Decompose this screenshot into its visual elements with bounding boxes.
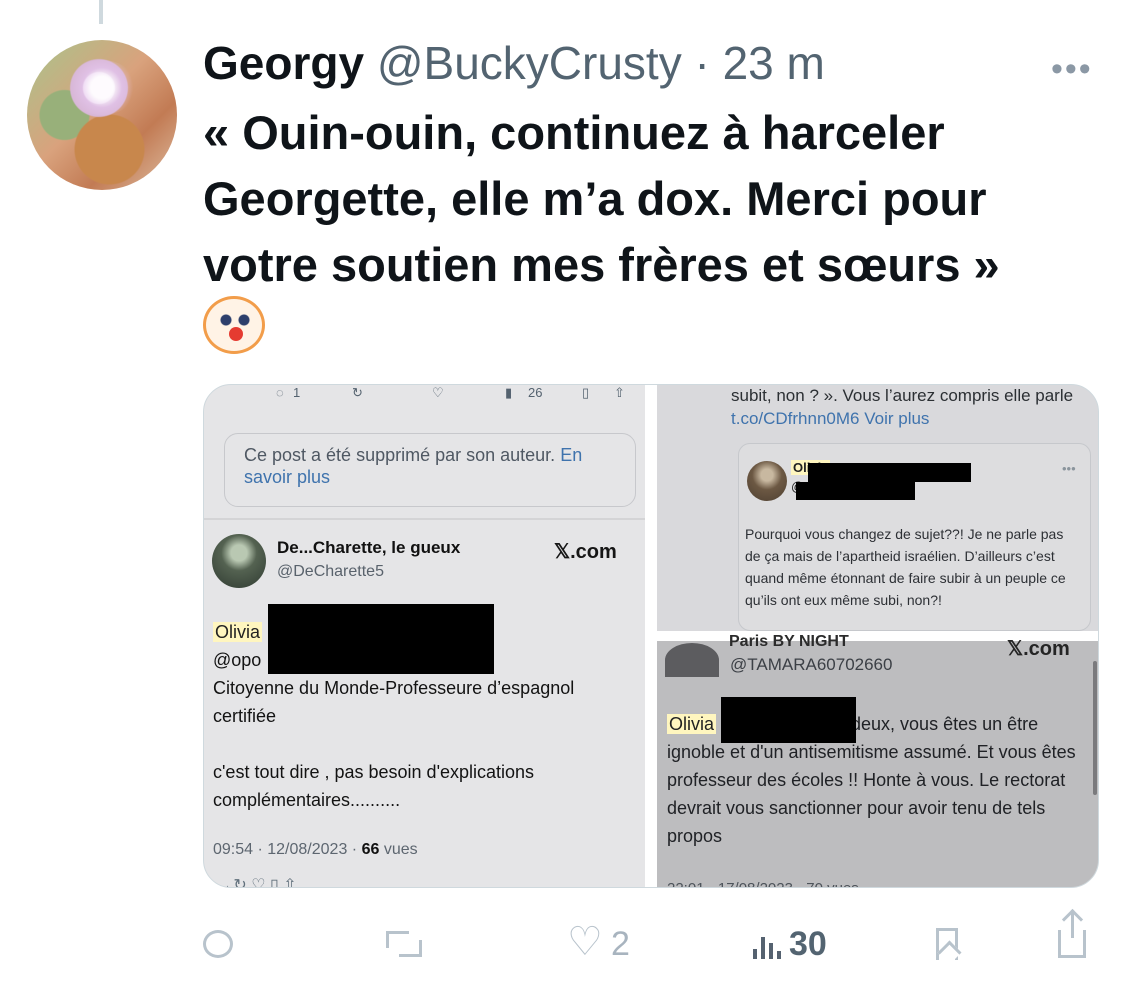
mini-reply-icon: ◌ [276, 385, 284, 400]
right-bottom-screenshot-panel: Paris BY NIGHT @TAMARA60702660 𝕏.com Oli… [657, 633, 1098, 887]
right-top-screenshot-panel: subit, non ? ». Vous l’aurez compris ell… [657, 385, 1098, 631]
embedded-author-name: De...Charette, le gueux [277, 538, 461, 557]
author-handle-screenshot: @TAMARA60702660 [730, 655, 893, 674]
like-count: 2 [611, 924, 630, 963]
redaction-box [796, 482, 915, 500]
deleted-message: Ce post a été supprimé par son auteur. [244, 445, 556, 465]
share-button[interactable] [1058, 912, 1086, 968]
cropped-meta: 22:01 · 17/08/2023 · 70 vues [667, 880, 859, 887]
thread-connector-line [99, 0, 103, 24]
xcom-label: 𝕏.com [1007, 638, 1070, 660]
mini-share-icon: ⇧ [614, 385, 625, 400]
author-handle[interactable]: @BuckyCrusty [377, 37, 682, 89]
retweet-button[interactable] [386, 920, 422, 968]
left-screenshot-panel: ◌ 1 ↻ ♡ ▮ 26 ▯ ⇧ Ce post a été supprimé … [204, 385, 645, 888]
collage-vertical-divider [645, 385, 657, 887]
reply-button[interactable] [203, 920, 233, 968]
tweet-header: Georgy @BuckyCrusty · 23 m [203, 35, 825, 91]
time-separator: · [694, 37, 710, 89]
quoted-tweet-card: Olivia ••• @ Pourquoi vous changez de su… [738, 443, 1091, 631]
quoted-tweet-text: Pourquoi vous changez de sujet??! Je ne … [745, 526, 1066, 608]
mini-bookmark-icon: ▯ [582, 385, 590, 400]
embedded-author-avatar [212, 534, 266, 588]
share-icon [1058, 912, 1086, 958]
embedded-author-handle: @DeCharette5 [277, 563, 384, 580]
redaction-box [721, 697, 856, 743]
embedded-comment-text: c'est tout dire , pas besoin d'explicati… [213, 762, 535, 810]
mini-retweet-icon: ↻ [352, 385, 363, 400]
analytics-icon [753, 929, 781, 959]
bookmark-icon [936, 928, 958, 960]
more-options-icon[interactable]: ••• [1051, 50, 1093, 89]
mini-views-icon: ▮ [505, 385, 513, 400]
embedded-views: 66 [361, 841, 380, 858]
embedded-views-label: vues [383, 841, 418, 858]
cropped-author-name: Paris BY NIGHT [729, 633, 849, 650]
redaction-box [268, 604, 494, 674]
quoted-intro-text: subit, non ? ». Vous l’aurez compris ell… [731, 386, 1074, 428]
scrollbar [1093, 661, 1097, 795]
tweet-text: « Ouin-ouin, continuez à harceler George… [203, 106, 1000, 291]
embed-divider [204, 518, 645, 520]
clown-face-icon [203, 296, 265, 354]
embedded-meta: 09:54 · 12/08/2023 · 66 vues [213, 841, 418, 859]
mini-like-icon: ♡ [432, 385, 444, 400]
embedded-date: 09:54 · 12/08/2023 · [213, 841, 358, 858]
mini-reply-count: 1 [293, 385, 301, 400]
mini-view-count: 26 [528, 385, 543, 400]
tweet-action-bar: 2 30 [203, 912, 1093, 968]
post-time[interactable]: 23 m [723, 37, 825, 89]
quoted-avatar [747, 461, 787, 501]
deleted-post-notice: Ce post a été supprimé par son auteur. E… [224, 433, 636, 507]
bookmark-button[interactable] [936, 920, 958, 968]
attached-screenshot-collage[interactable]: ◌ 1 ↻ ♡ ▮ 26 ▯ ⇧ Ce post a été supprimé … [203, 384, 1099, 888]
views-button[interactable]: 30 [753, 920, 827, 968]
author-name[interactable]: Georgy [203, 37, 364, 89]
short-link[interactable]: t.co/CDfrhnn0M6 [731, 409, 860, 428]
see-more-link[interactable]: Voir plus [864, 409, 929, 428]
cropped-avatar [665, 643, 719, 677]
heart-icon [567, 919, 603, 965]
quoted-more-icon: ••• [1062, 461, 1076, 476]
view-count: 30 [789, 924, 827, 963]
highlighted-name: Olivia [667, 714, 717, 734]
retweet-icon [386, 931, 422, 957]
highlighted-name: Olivia [213, 622, 263, 642]
embedded-handle-prefix: @opo [213, 650, 262, 670]
reply-icon [203, 930, 233, 958]
author-avatar[interactable] [27, 40, 177, 190]
like-button[interactable]: 2 [567, 919, 630, 968]
xcom-label: 𝕏.com [554, 541, 617, 563]
redaction-box [808, 463, 971, 482]
cropped-action-icons: ◡ ↻ ♡ ▯ ⇧ [215, 877, 297, 888]
embedded-bio-text: Citoyenne du Monde-Professeure d’espagno… [213, 678, 575, 726]
